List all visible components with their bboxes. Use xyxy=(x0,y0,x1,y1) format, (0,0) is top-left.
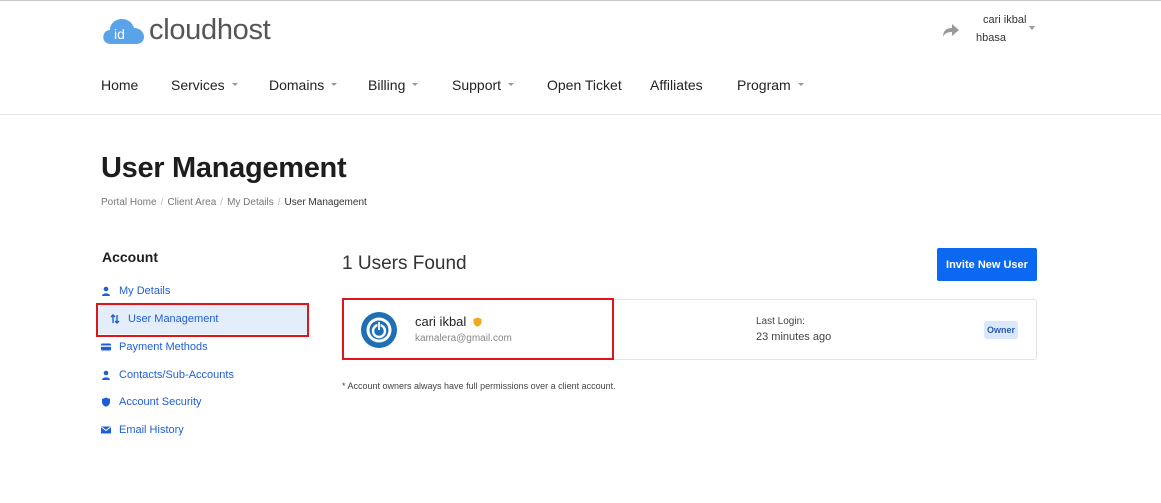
breadcrumb-current: User Management xyxy=(284,197,367,208)
breadcrumb-separator: / xyxy=(277,197,281,208)
cloud-logo-icon: id xyxy=(103,18,144,44)
logo[interactable]: id cloudhost xyxy=(101,14,271,47)
user-icon xyxy=(101,370,111,380)
sidebar-item-label[interactable]: Account Security xyxy=(119,396,202,408)
breadcrumb-separator: / xyxy=(160,197,164,208)
sidebar-item-my-details[interactable]: My Details xyxy=(101,285,170,297)
sidebar-item-label[interactable]: Email History xyxy=(119,424,184,436)
sidebar-item-label[interactable]: My Details xyxy=(119,285,170,297)
sidebar-item-email-history[interactable]: Email History xyxy=(101,424,184,436)
role-badge: Owner xyxy=(984,321,1018,339)
share-arrow-icon[interactable] xyxy=(942,22,960,38)
users-found-heading: 1 Users Found xyxy=(342,253,467,274)
nav-program-label[interactable]: Program xyxy=(737,77,791,93)
breadcrumb: Portal Home / Client Area / My Details / User … xyxy=(101,197,367,208)
credit-card-icon xyxy=(101,342,111,352)
nav-affiliates-label[interactable]: Affiliates xyxy=(650,77,703,93)
nav-program[interactable]: Program xyxy=(737,77,804,93)
last-login-label: Last Login: xyxy=(756,316,805,327)
nav-billing[interactable]: Billing xyxy=(368,77,419,93)
nav-support-label[interactable]: Support xyxy=(452,77,501,93)
shield-icon xyxy=(101,397,111,407)
user-menu[interactable]: cari ikbal hbasa xyxy=(940,11,1040,51)
breadcrumb-client-area[interactable]: Client Area xyxy=(167,197,216,208)
nav-services[interactable]: Services xyxy=(171,77,238,93)
logo-text: cloudhost xyxy=(149,14,271,46)
highlight-annotation-sidebar xyxy=(96,303,309,337)
nav-domains[interactable]: Domains xyxy=(269,77,338,93)
page-title: User Management xyxy=(101,152,347,184)
sidebar-item-label[interactable]: Payment Methods xyxy=(119,341,208,353)
breadcrumb-separator: / xyxy=(220,197,224,208)
sidebar-title: Account xyxy=(102,249,158,265)
envelope-icon xyxy=(101,425,111,435)
nav-services-label[interactable]: Services xyxy=(171,77,225,93)
chevron-down-icon[interactable] xyxy=(331,82,338,86)
invite-new-user-button[interactable]: Invite New User xyxy=(937,248,1037,281)
nav-domains-label[interactable]: Domains xyxy=(269,77,324,93)
nav-home[interactable]: Home xyxy=(101,77,138,93)
highlight-annotation-user xyxy=(342,298,614,360)
chevron-down-icon[interactable] xyxy=(797,82,804,86)
nav-support[interactable]: Support xyxy=(452,77,515,93)
owner-permissions-note: * Account owners always have full permis… xyxy=(342,381,616,391)
sidebar-item-contacts[interactable]: Contacts/Sub-Accounts xyxy=(101,369,234,381)
logo-badge-text: id xyxy=(114,26,125,42)
site-header: id cloudhost cari ikbal hbasa Home Servi… xyxy=(0,1,1161,115)
user-name[interactable]: cari ikbal xyxy=(983,14,1026,26)
sidebar-item-account-security[interactable]: Account Security xyxy=(101,396,202,408)
sidebar-item-label[interactable]: Contacts/Sub-Accounts xyxy=(119,369,234,381)
user-icon xyxy=(101,286,111,296)
chevron-down-icon[interactable] xyxy=(1029,26,1035,30)
breadcrumb-portal-home[interactable]: Portal Home xyxy=(101,197,157,208)
nav-home-label[interactable]: Home xyxy=(101,77,138,93)
user-company[interactable]: hbasa xyxy=(976,32,1006,44)
nav-billing-label[interactable]: Billing xyxy=(368,77,405,93)
nav-open-ticket[interactable]: Open Ticket xyxy=(547,77,622,93)
nav-affiliates[interactable]: Affiliates xyxy=(650,77,703,93)
nav-open-ticket-label[interactable]: Open Ticket xyxy=(547,77,622,93)
sidebar-item-payment-methods[interactable]: Payment Methods xyxy=(101,341,208,353)
breadcrumb-my-details[interactable]: My Details xyxy=(227,197,274,208)
chevron-down-icon[interactable] xyxy=(231,82,238,86)
chevron-down-icon[interactable] xyxy=(508,82,515,86)
chevron-down-icon[interactable] xyxy=(412,82,419,86)
last-login-value: 23 minutes ago xyxy=(756,331,832,343)
